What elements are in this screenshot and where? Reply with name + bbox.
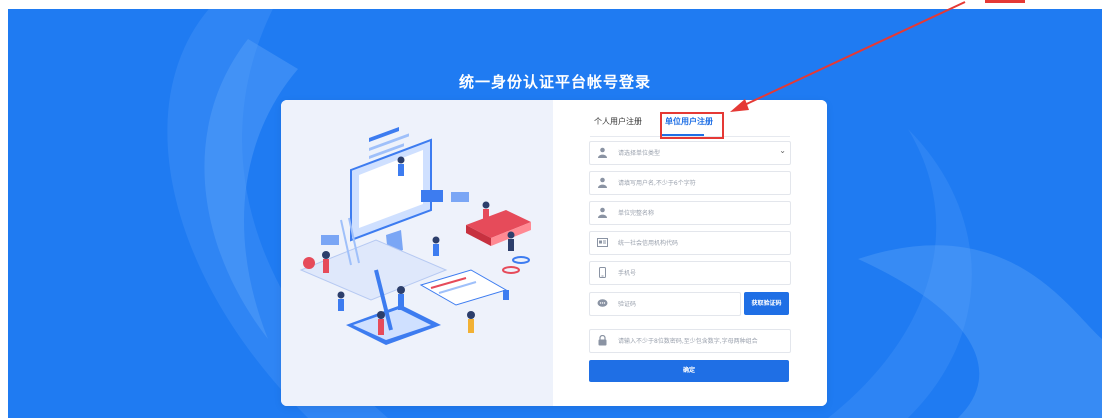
user-icon bbox=[598, 207, 607, 218]
username-input[interactable]: 请填写用户名,不少于6个字符 bbox=[589, 171, 791, 195]
illustration-panel bbox=[281, 100, 553, 406]
phone-input[interactable]: 手机号 bbox=[589, 261, 791, 285]
captcha-placeholder: 验证码 bbox=[618, 301, 637, 308]
password-placeholder: 请输入不少于8位数密码,至少包含数字,字母两种组合 bbox=[618, 338, 758, 345]
password-input[interactable]: 请输入不少于8位数密码,至少包含数字,字母两种组合 bbox=[589, 329, 791, 353]
unit-name-placeholder: 单位完整名称 bbox=[618, 210, 655, 217]
credit-code-input[interactable]: 统一社会信用机构代码 bbox=[589, 231, 791, 255]
phone-icon bbox=[599, 267, 606, 278]
chevron-down-icon: ⌄ bbox=[779, 146, 786, 155]
user-icon bbox=[598, 147, 607, 158]
office-illustration bbox=[299, 127, 531, 345]
credit-code-placeholder: 统一社会信用机构代码 bbox=[618, 240, 679, 247]
annotation-mark bbox=[985, 0, 1025, 3]
tab-personal-register[interactable]: 个人用户注册 bbox=[594, 116, 642, 127]
unit-type-select[interactable]: 请选择单位类型 ⌄ bbox=[589, 141, 791, 165]
captcha-input[interactable]: 验证码 bbox=[589, 292, 741, 316]
page-background: 统一身份认证平台帐号登录 个人用户注册 单位用户注册 请选择单位类型 ⌄ 请填写… bbox=[8, 9, 1102, 418]
register-form: 个人用户注册 单位用户注册 请选择单位类型 ⌄ 请填写用户名,不少于6个字符 单… bbox=[553, 100, 827, 406]
get-code-button[interactable]: 获取验证码 bbox=[744, 292, 789, 315]
unit-name-input[interactable]: 单位完整名称 bbox=[589, 201, 791, 225]
page-title: 统一身份认证平台帐号登录 bbox=[458, 73, 651, 91]
tab-highlight-box bbox=[660, 112, 724, 139]
submit-button[interactable]: 确定 bbox=[589, 360, 789, 382]
unit-type-placeholder: 请选择单位类型 bbox=[618, 150, 661, 157]
register-card: 个人用户注册 单位用户注册 请选择单位类型 ⌄ 请填写用户名,不少于6个字符 单… bbox=[281, 100, 827, 406]
user-icon bbox=[598, 177, 607, 188]
id-card-icon bbox=[597, 238, 608, 247]
lock-icon bbox=[598, 335, 607, 346]
phone-placeholder: 手机号 bbox=[618, 270, 637, 277]
top-bar bbox=[0, 0, 1102, 9]
message-icon bbox=[597, 299, 608, 307]
username-placeholder: 请填写用户名,不少于6个字符 bbox=[618, 180, 696, 187]
